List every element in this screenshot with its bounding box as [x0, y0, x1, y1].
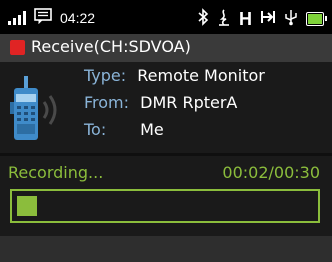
from-value: DMR RpterA — [140, 93, 238, 112]
to-label: To: — [84, 120, 107, 139]
signal-icon — [8, 11, 26, 25]
recording-progress-bar — [10, 189, 320, 223]
recording-time: 00:02/00:30 — [222, 163, 320, 182]
from-label: From: — [84, 93, 130, 112]
divider — [0, 153, 332, 156]
battery-level — [308, 14, 322, 24]
type-row: Type: Remote Monitor — [84, 66, 265, 85]
radio-receive-icon — [10, 76, 57, 140]
status-right-group: H — [197, 8, 327, 30]
page-title: Receive(CH:SDVOA) — [31, 37, 191, 56]
message-icon — [34, 8, 52, 28]
type-label: Type: — [84, 66, 127, 85]
usb-icon — [284, 8, 298, 30]
bottom-bar — [0, 236, 332, 262]
status-bar: 04:22 H — [0, 0, 332, 34]
receive-indicator-icon — [10, 40, 25, 55]
recording-progress-fill — [17, 196, 37, 216]
to-value: Me — [140, 120, 164, 139]
h-icon: H — [239, 9, 252, 29]
battery-icon — [306, 12, 327, 26]
type-value: Remote Monitor — [137, 66, 265, 85]
route-icon — [260, 9, 276, 29]
from-row: From: DMR RpterA — [84, 93, 237, 112]
status-time: 04:22 — [60, 10, 96, 26]
bluetooth-icon — [197, 8, 209, 30]
recording-label: Recording... — [8, 163, 104, 182]
scan-icon — [217, 8, 231, 30]
status-left-group: 04:22 — [8, 8, 95, 28]
to-row: To: Me — [84, 120, 164, 139]
receive-screen: 04:22 H Receive(CH:SDVOA) Type: Remote M… — [0, 0, 332, 262]
title-bar: Receive(CH:SDVOA) — [0, 34, 332, 62]
